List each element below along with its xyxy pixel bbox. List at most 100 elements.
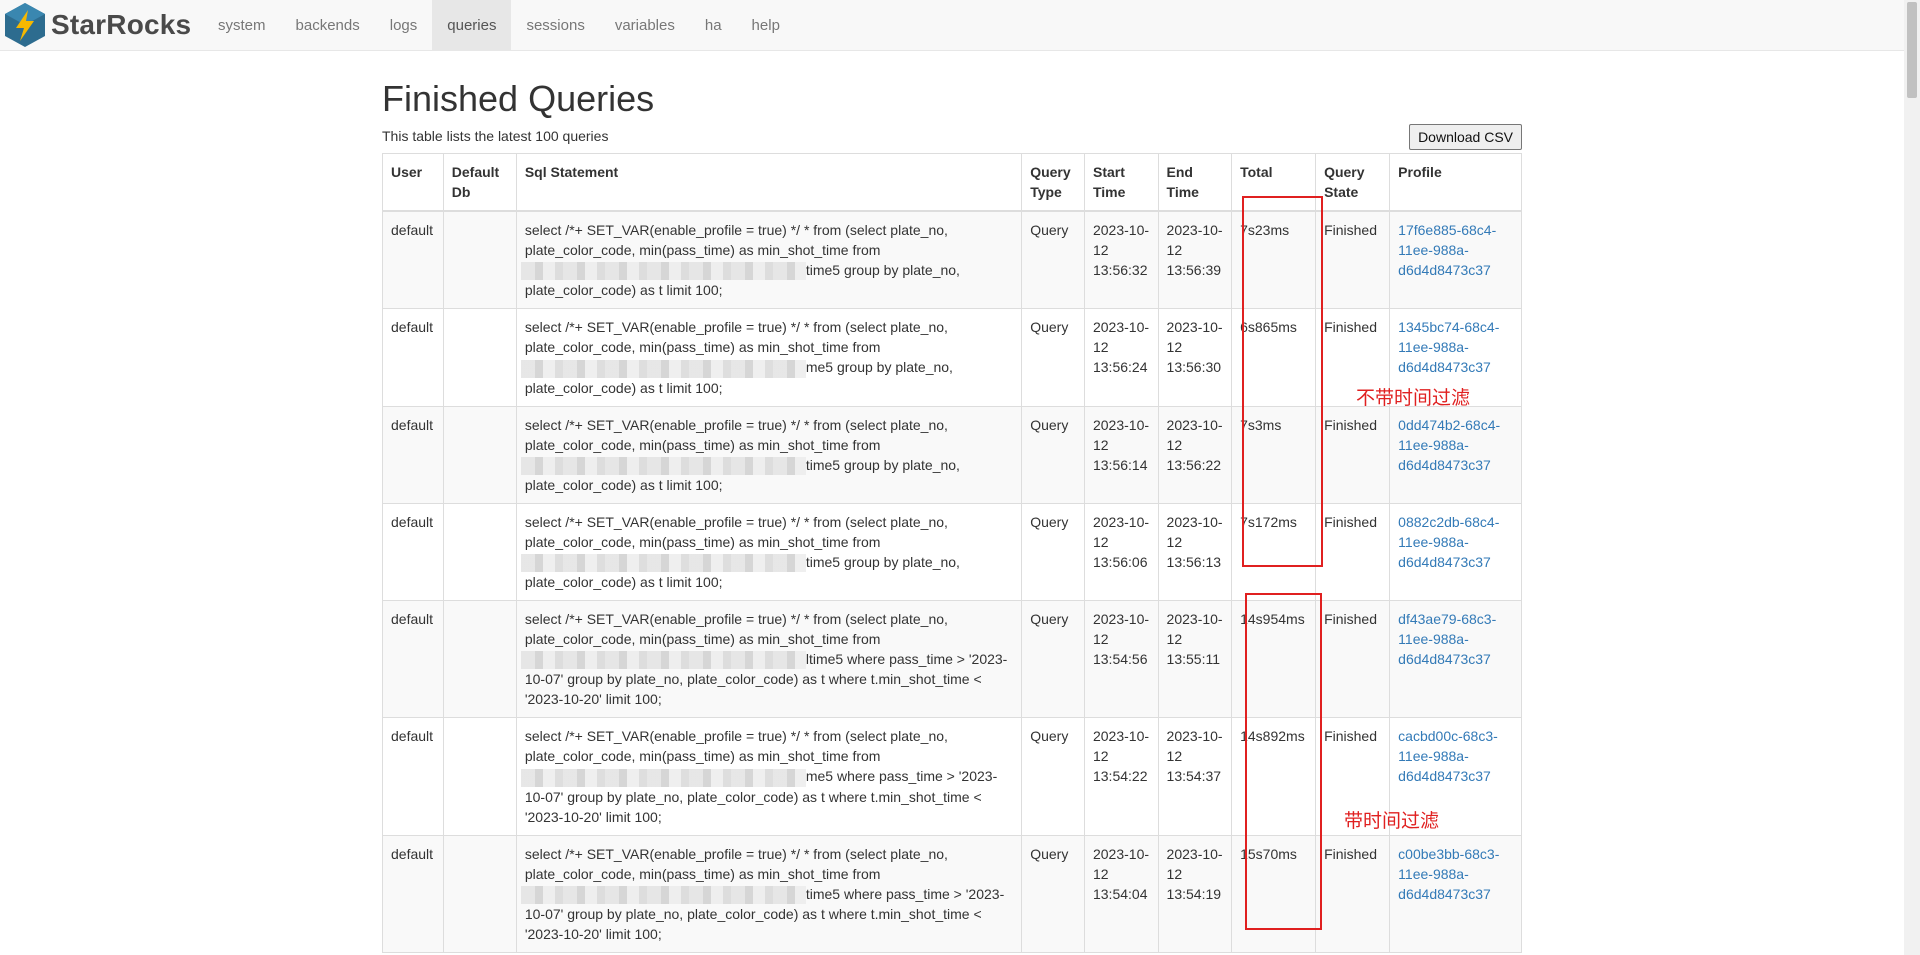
sql-text-start: select /*+ SET_VAR(enable_profile = true… (524, 416, 948, 453)
starrocks-logo-icon (5, 3, 45, 47)
annotation-box-no-filter (1242, 196, 1323, 567)
cell-profile: 0dd474b2-68c4-11ee-988a-d6d4d8473c37 (1389, 405, 1522, 504)
cell-end-time: 2023-10-12 13:56:39 (1157, 210, 1233, 310)
cell-sql-statement: select /*+ SET_VAR(enable_profile = true… (515, 717, 1023, 836)
header-profile[interactable]: Profile (1389, 153, 1522, 212)
annotation-label-no-filter: 不带时间过滤 (1356, 387, 1471, 409)
table-header-row: User Default Db Sql Statement Query Type… (382, 153, 1522, 212)
nav-logs[interactable]: logs (375, 0, 433, 50)
header-default-db[interactable]: Default Db (442, 153, 517, 212)
cell-sql-statement: select /*+ SET_VAR(enable_profile = true… (515, 502, 1023, 602)
cell-user: default (382, 600, 444, 719)
cell-sql-statement: select /*+ SET_VAR(enable_profile = true… (515, 600, 1023, 719)
cell-user: default (382, 717, 444, 836)
cell-default-db (442, 834, 517, 954)
nav-system[interactable]: system (203, 0, 281, 50)
cell-query-type: Query (1021, 210, 1085, 310)
cell-start-time: 2023-10-12 13:54:22 (1083, 717, 1159, 836)
cell-query-type: Query (1021, 834, 1085, 954)
cell-query-type: Query (1021, 717, 1085, 836)
table-row: default select /*+ SET_VAR(enable_profile… (382, 308, 1522, 407)
redacted-region (520, 886, 806, 905)
cell-user: default (382, 405, 444, 504)
cell-default-db (442, 405, 517, 504)
table-row: default select /*+ SET_VAR(enable_profile… (382, 834, 1522, 954)
profile-link[interactable]: c00be3bb-68c3-11ee-988a-d6d4d8473c37 (1398, 846, 1499, 902)
nav-backends[interactable]: backends (281, 0, 375, 50)
sql-text-start: select /*+ SET_VAR(enable_profile = true… (524, 845, 948, 882)
header-user[interactable]: User (382, 153, 444, 212)
cell-profile: df43ae79-68c3-11ee-988a-d6d4d8473c37 (1389, 600, 1522, 719)
nav-ha[interactable]: ha (690, 0, 737, 50)
cell-end-time: 2023-10-12 13:54:37 (1157, 717, 1233, 836)
redacted-region (520, 456, 806, 475)
cell-query-type: Query (1021, 600, 1085, 719)
profile-link[interactable]: 0882c2db-68c4-11ee-988a-d6d4d8473c37 (1398, 514, 1499, 570)
header-start-time[interactable]: Start Time (1083, 153, 1159, 212)
nav-sessions[interactable]: sessions (511, 0, 599, 50)
cell-query-state: Finished (1315, 405, 1391, 504)
cell-end-time: 2023-10-12 13:56:22 (1157, 405, 1233, 504)
cell-user: default (382, 834, 444, 954)
nav-variables[interactable]: variables (600, 0, 690, 50)
brand[interactable]: StarRocks (0, 0, 203, 50)
cell-query-type: Query (1021, 308, 1085, 407)
cell-sql-statement: select /*+ SET_VAR(enable_profile = true… (515, 210, 1023, 310)
cell-start-time: 2023-10-12 13:56:32 (1083, 210, 1159, 310)
top-navbar: StarRocks system backends logs queries s… (0, 0, 1904, 51)
table-row: default select /*+ SET_VAR(enable_profile… (382, 502, 1522, 602)
page-subtitle: This table lists the latest 100 queries (382, 128, 609, 144)
nav-help[interactable]: help (737, 0, 795, 50)
cell-end-time: 2023-10-12 13:56:13 (1157, 502, 1233, 602)
redacted-region (520, 554, 806, 573)
main-nav: system backends logs queries sessions va… (203, 0, 795, 50)
cell-query-state: Finished (1315, 210, 1391, 310)
cell-start-time: 2023-10-12 13:54:04 (1083, 834, 1159, 954)
redacted-region (520, 359, 806, 378)
profile-link[interactable]: cacbd00c-68c3-11ee-988a-d6d4d8473c37 (1398, 728, 1498, 784)
page-scrollbar[interactable] (1904, 0, 1920, 955)
page-title: Finished Queries (382, 78, 655, 119)
profile-link[interactable]: 17f6e885-68c4-11ee-988a-d6d4d8473c37 (1398, 222, 1496, 278)
download-csv-button[interactable]: Download CSV (1409, 124, 1522, 150)
redacted-region (520, 651, 806, 670)
main-content: Finished Queries This table lists the la… (382, 51, 1522, 954)
cell-start-time: 2023-10-12 13:56:06 (1083, 502, 1159, 602)
profile-link[interactable]: 0dd474b2-68c4-11ee-988a-d6d4d8473c37 (1398, 417, 1500, 473)
sql-text-start: select /*+ SET_VAR(enable_profile = true… (524, 728, 948, 765)
annotation-box-with-filter (1245, 593, 1322, 930)
cell-query-type: Query (1021, 405, 1085, 504)
cell-end-time: 2023-10-12 13:55:11 (1157, 600, 1233, 719)
scrollbar-thumb[interactable] (1907, 2, 1917, 98)
cell-end-time: 2023-10-12 13:54:19 (1157, 834, 1233, 954)
cell-default-db (442, 308, 517, 407)
sql-text-start: select /*+ SET_VAR(enable_profile = true… (524, 319, 948, 356)
sql-text-start: select /*+ SET_VAR(enable_profile = true… (524, 513, 948, 550)
cell-profile: 17f6e885-68c4-11ee-988a-d6d4d8473c37 (1389, 210, 1522, 310)
cell-sql-statement: select /*+ SET_VAR(enable_profile = true… (515, 405, 1023, 504)
cell-profile: 0882c2db-68c4-11ee-988a-d6d4d8473c37 (1389, 502, 1522, 602)
cell-user: default (382, 502, 444, 602)
cell-query-state: Finished (1315, 834, 1391, 954)
cell-profile: c00be3bb-68c3-11ee-988a-d6d4d8473c37 (1389, 834, 1522, 954)
sql-text-start: select /*+ SET_VAR(enable_profile = true… (524, 611, 948, 648)
cell-query-state: Finished (1315, 600, 1391, 719)
nav-queries[interactable]: queries (432, 0, 512, 50)
cell-end-time: 2023-10-12 13:56:30 (1157, 308, 1233, 407)
table-row: default select /*+ SET_VAR(enable_profile… (382, 405, 1522, 504)
profile-link[interactable]: 1345bc74-68c4-11ee-988a-d6d4d8473c37 (1398, 319, 1499, 375)
header-query-state[interactable]: Query State (1315, 153, 1391, 212)
header-end-time[interactable]: End Time (1157, 153, 1233, 212)
cell-query-state: Finished (1315, 502, 1391, 602)
cell-default-db (442, 717, 517, 836)
cell-start-time: 2023-10-12 13:54:56 (1083, 600, 1159, 719)
header-query-type[interactable]: Query Type (1021, 153, 1085, 212)
cell-query-type: Query (1021, 502, 1085, 602)
cell-sql-statement: select /*+ SET_VAR(enable_profile = true… (515, 308, 1023, 407)
sql-text-start: select /*+ SET_VAR(enable_profile = true… (524, 222, 948, 258)
cell-default-db (442, 502, 517, 602)
header-sql-statement[interactable]: Sql Statement (515, 153, 1023, 212)
profile-link[interactable]: df43ae79-68c3-11ee-988a-d6d4d8473c37 (1398, 611, 1496, 667)
table-row: default select /*+ SET_VAR(enable_profile… (382, 600, 1522, 719)
cell-user: default (382, 308, 444, 407)
